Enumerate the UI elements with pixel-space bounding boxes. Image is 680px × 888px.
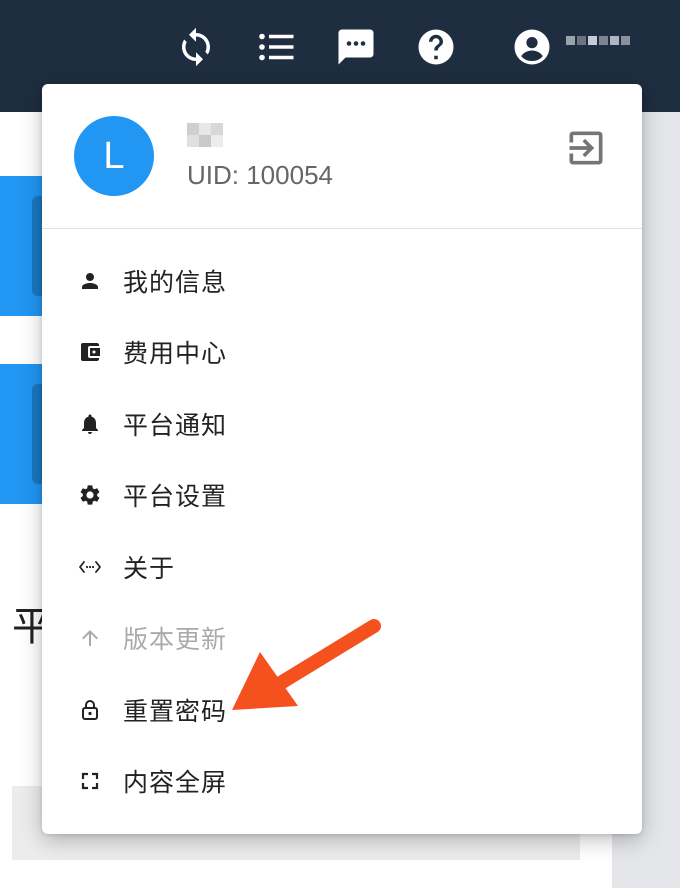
- menu-item-label: 我的信息: [123, 267, 228, 297]
- blur-tile: [621, 36, 630, 45]
- bell-icon: [78, 412, 102, 436]
- menu-item[interactable]: 费用中心: [42, 317, 642, 389]
- blur-tile: [588, 36, 597, 45]
- gear-icon: [78, 483, 102, 507]
- blur-tile: [211, 135, 223, 147]
- menu-item-label: 平台通知: [123, 410, 228, 440]
- menu-item[interactable]: 平台通知: [42, 388, 642, 460]
- user-dropdown-menu: L UID: 100054 我的信息费用中心平台通知平台设置关于版本更新重置密码…: [42, 84, 642, 834]
- fullscreen-icon: [78, 769, 102, 793]
- blur-tile: [610, 36, 619, 45]
- user-name-blurred: [187, 123, 223, 147]
- blur-tile: [199, 123, 211, 135]
- blur-tile: [566, 36, 575, 45]
- user-uid: UID: 100054: [187, 160, 333, 190]
- menu-item[interactable]: 我的信息: [42, 245, 642, 317]
- avatar: L: [74, 116, 154, 196]
- blur-tile: [187, 123, 199, 135]
- menu-item-label: 内容全屏: [123, 768, 228, 798]
- blur-tile: [211, 123, 223, 135]
- wallet-icon: [78, 340, 102, 364]
- menu-item[interactable]: 内容全屏: [42, 746, 642, 818]
- menu-item-label: 平台设置: [123, 482, 228, 512]
- menu-item[interactable]: 平台设置: [42, 460, 642, 532]
- menu-list: 我的信息费用中心平台通知平台设置关于版本更新重置密码内容全屏: [42, 229, 642, 817]
- menu-item-label: 重置密码: [123, 696, 228, 726]
- blur-tile: [199, 135, 211, 147]
- lock-icon: [78, 698, 102, 722]
- menu-header: L UID: 100054: [42, 84, 642, 229]
- blur-tile: [577, 36, 586, 45]
- arrow-up-icon: [78, 626, 102, 650]
- menu-item[interactable]: 关于: [42, 531, 642, 603]
- arrow-shaft: [272, 619, 381, 691]
- list-icon[interactable]: [253, 24, 299, 70]
- code-icon: [78, 555, 102, 579]
- person-icon: [78, 269, 102, 293]
- account-icon[interactable]: [509, 24, 555, 70]
- menu-item-label: 费用中心: [123, 339, 228, 369]
- annotation-arrow: [232, 619, 381, 710]
- help-icon[interactable]: [413, 24, 459, 70]
- blur-tile: [187, 135, 199, 147]
- menu-item-label: 关于: [123, 553, 176, 583]
- blur-tile: [599, 36, 608, 45]
- chat-icon[interactable]: [333, 24, 379, 70]
- menu-item-label: 版本更新: [123, 625, 228, 655]
- logout-icon[interactable]: [564, 126, 608, 170]
- username-blurred[interactable]: [566, 36, 630, 45]
- sync-icon[interactable]: [173, 24, 219, 70]
